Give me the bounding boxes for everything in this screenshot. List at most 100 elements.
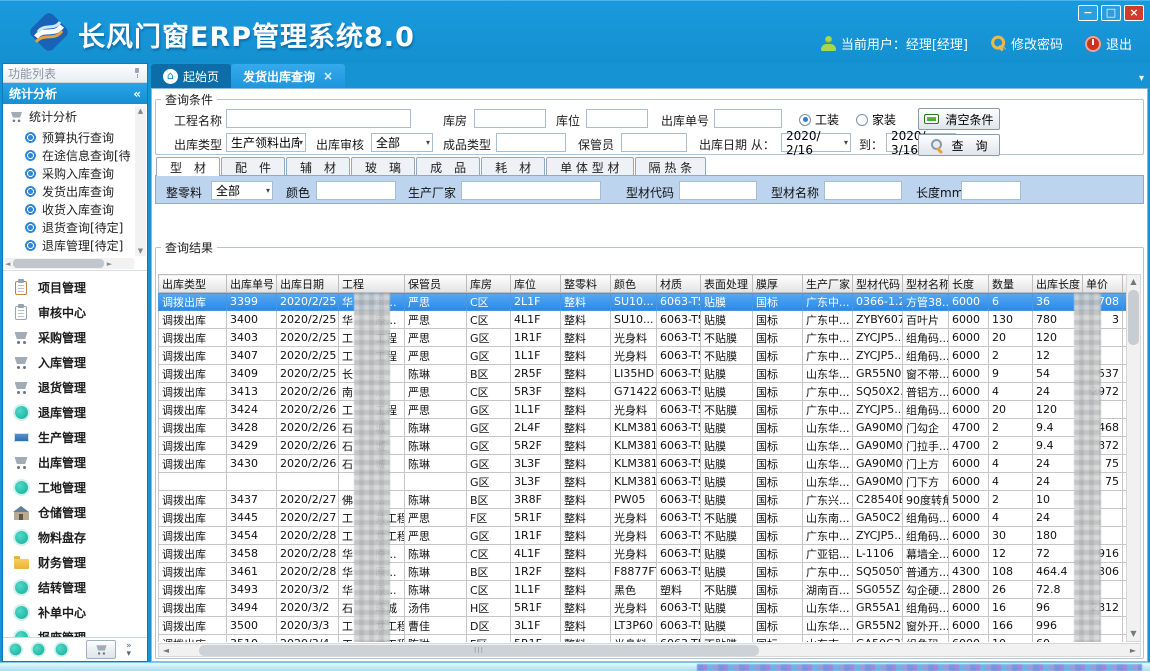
tree-horizontal-scrollbar[interactable]: ◄ ► <box>5 258 134 269</box>
table-horizontal-scrollbar[interactable]: ◄ ΙΙΙ ► <box>158 643 1141 657</box>
out-audit-dropdown[interactable]: 全部 ▾ <box>371 133 433 152</box>
column-header-3[interactable]: 工程 <box>339 275 405 293</box>
tree-item-4[interactable]: 收货入库查询 <box>9 200 133 218</box>
scroll-down-icon[interactable]: ▼ <box>135 246 146 256</box>
scroll-up-icon[interactable]: ▲ <box>135 106 146 116</box>
tree-item-0[interactable]: 预算执行查询 <box>9 128 133 146</box>
table-row[interactable]: 调拨出库34302020/2/26石 城陈琳G区3L3F整料KLM3817606… <box>159 455 1141 473</box>
section-bar-statistics[interactable]: 统计分析 « <box>3 83 147 104</box>
name-input[interactable] <box>824 181 902 200</box>
material-tab-3[interactable]: 玻 璃 <box>351 157 415 176</box>
column-header-11[interactable]: 膜厚 <box>753 275 803 293</box>
tree-item-5[interactable]: 退货查询[待定] <box>9 218 133 236</box>
table-row[interactable]: 调拨出库34282020/2/26石 城陈琳G区2L4F整料KLM3817606… <box>159 419 1141 437</box>
table-row[interactable]: 调拨出库34542020/2/28工 共工程严思G区1R1F整料光身料6063-… <box>159 527 1141 545</box>
column-header-16[interactable]: 数量 <box>989 275 1033 293</box>
out-type-dropdown[interactable]: 生产领料出库 ▾ <box>226 133 306 152</box>
table-row[interactable]: 调拨出库34452020/2/27工 共工程严思F区5R1F整料光身料6063-… <box>159 509 1141 527</box>
clear-conditions-button[interactable]: 清空条件 <box>918 108 1000 130</box>
column-header-5[interactable]: 库房 <box>467 275 511 293</box>
tab-list-caret-icon[interactable]: ▾ <box>1139 73 1144 84</box>
column-header-7[interactable]: 整零料 <box>561 275 611 293</box>
tab-shipment-outbound-query[interactable]: 发货出库查询 × <box>231 64 345 88</box>
sidebar-menu-item-0[interactable]: 项目管理 <box>3 275 147 300</box>
table-row[interactable]: 调拨出库34932020/3/2华 原...陈琳C区1L1F整料黑色塑料不贴膜国… <box>159 581 1141 599</box>
tree-vertical-scrollbar[interactable]: ▲ ▼ <box>135 106 146 256</box>
tree-hscroll-thumb[interactable] <box>13 259 103 268</box>
table-row[interactable]: 调拨出库34582020/2/28华 原...陈琳C区4L1F整料光身料6063… <box>159 545 1141 563</box>
material-tab-5[interactable]: 耗 材 <box>481 157 545 176</box>
scroll-right-icon[interactable]: ► <box>1126 646 1140 655</box>
change-password-button[interactable]: 修改密码 <box>990 34 1063 53</box>
minimize-button[interactable]: − <box>1078 5 1098 21</box>
sidebar-menu-item-4[interactable]: 退货管理 <box>3 375 147 400</box>
sidebar-menu-item-1[interactable]: 审核中心 <box>3 300 147 325</box>
footer-cart-button[interactable] <box>86 640 116 659</box>
column-header-1[interactable]: 出库单号 <box>227 275 277 293</box>
warehouse-input[interactable] <box>474 109 546 128</box>
location-input[interactable] <box>586 109 648 128</box>
sidebar-menu-item-14[interactable]: 报废管理 <box>3 625 147 637</box>
sidebar-menu-item-3[interactable]: 入库管理 <box>3 350 147 375</box>
length-input[interactable] <box>961 181 1021 200</box>
table-row[interactable]: 调拨出库34292020/2/26石 城陈琳G区5R2F整料KLM3817606… <box>159 437 1141 455</box>
search-button[interactable]: 查 询 <box>918 134 1000 156</box>
sidebar-menu-item-6[interactable]: 生产管理 <box>3 425 147 450</box>
vscroll-thumb[interactable] <box>1128 290 1139 345</box>
gongzhuang-radio[interactable]: 工装 <box>799 111 839 128</box>
maximize-button[interactable]: □ <box>1101 5 1121 21</box>
table-row[interactable]: 调拨出库34612020/2/28华 原...陈琳B区1R2F整料F8877FT… <box>159 563 1141 581</box>
scroll-left-icon[interactable]: ◄ <box>159 646 173 655</box>
footer-circle-icon[interactable] <box>56 644 68 656</box>
logout-button[interactable]: 退出 <box>1085 34 1132 53</box>
column-header-4[interactable]: 保管员 <box>405 275 467 293</box>
hscroll-thumb[interactable]: ΙΙΙ <box>199 645 759 656</box>
column-header-12[interactable]: 生产厂家 <box>803 275 853 293</box>
tree-item-3[interactable]: 发货出库查询 <box>9 182 133 200</box>
table-row[interactable]: 调拨出库34942020/3/2石 辉城汤伟H区5R1F整料光身料6063-T5… <box>159 599 1141 617</box>
scroll-right-icon[interactable]: ► <box>107 260 112 268</box>
date-from-dropdown[interactable]: 2020/ 2/16 ▾ <box>781 133 851 152</box>
order-no-input[interactable] <box>714 109 782 128</box>
material-tab-7[interactable]: 隔 热 条 <box>635 157 707 176</box>
sidebar-menu-item-12[interactable]: 结转管理 <box>3 575 147 600</box>
sidebar-menu-item-10[interactable]: 物料盘存 <box>3 525 147 550</box>
scroll-down-icon[interactable]: ▼ <box>1127 627 1140 641</box>
tree-item-6[interactable]: 退库管理[待定] <box>9 236 133 254</box>
keeper-input[interactable] <box>621 133 687 152</box>
table-row[interactable]: 调拨出库34372020/2/27佛 ...陈琳B区3R8F整料PW056063… <box>159 491 1141 509</box>
column-header-14[interactable]: 型材名称 <box>903 275 949 293</box>
column-header-9[interactable]: 材质 <box>657 275 701 293</box>
table-row[interactable]: 调拨出库34242020/2/26工 工程严思G区1L1F整料光身料6063-T… <box>159 401 1141 419</box>
maker-input[interactable] <box>461 181 601 200</box>
product-type-input[interactable] <box>496 133 566 152</box>
sidebar-menu-item-11[interactable]: 财务管理 <box>3 550 147 575</box>
project-name-input[interactable] <box>226 109 411 128</box>
table-vertical-scrollbar[interactable]: ▲ ▼ <box>1126 274 1141 642</box>
jiazhuang-radio[interactable]: 家装 <box>856 111 896 128</box>
sidebar-menu-item-7[interactable]: 出库管理 <box>3 450 147 475</box>
column-header-8[interactable]: 颜色 <box>611 275 657 293</box>
material-tab-0[interactable]: 型 材 <box>156 157 220 176</box>
collapse-icon[interactable]: « <box>133 87 141 101</box>
column-header-13[interactable]: 型材代码 <box>853 275 903 293</box>
tree-item-1[interactable]: 在途信息查询[待 <box>9 146 133 164</box>
footer-circle-icon[interactable] <box>33 644 45 656</box>
column-header-18[interactable]: 单价 <box>1083 275 1123 293</box>
material-tab-2[interactable]: 辅 材 <box>286 157 350 176</box>
sidebar-menu-item-9[interactable]: 仓储管理 <box>3 500 147 525</box>
material-tab-6[interactable]: 单 体 型 材 <box>546 157 633 176</box>
table-row[interactable]: G区3L3F整料KLM38176063-T5贴膜国标山东华...GA90M09.… <box>159 473 1141 491</box>
column-header-6[interactable]: 库位 <box>511 275 561 293</box>
footer-more-button[interactable]: » ▾ <box>126 642 132 658</box>
sidebar-menu-item-8[interactable]: 工地管理 <box>3 475 147 500</box>
column-header-10[interactable]: 表面处理 <box>701 275 753 293</box>
column-header-2[interactable]: 出库日期 <box>277 275 339 293</box>
table-row[interactable]: 调拨出库33992020/2/25华 原...严思C区2L1F整料SU10...… <box>159 293 1141 311</box>
tree-item-2[interactable]: 采购入库查询 <box>9 164 133 182</box>
table-row[interactable]: 调拨出库34072020/2/25工 工程严思G区1L1F整料光身料6063-T… <box>159 347 1141 365</box>
sidebar-menu-item-2[interactable]: 采购管理 <box>3 325 147 350</box>
column-header-15[interactable]: 长度 <box>949 275 989 293</box>
footer-circle-icon[interactable] <box>10 644 22 656</box>
tree-root[interactable]: 统计分析 <box>9 108 133 125</box>
